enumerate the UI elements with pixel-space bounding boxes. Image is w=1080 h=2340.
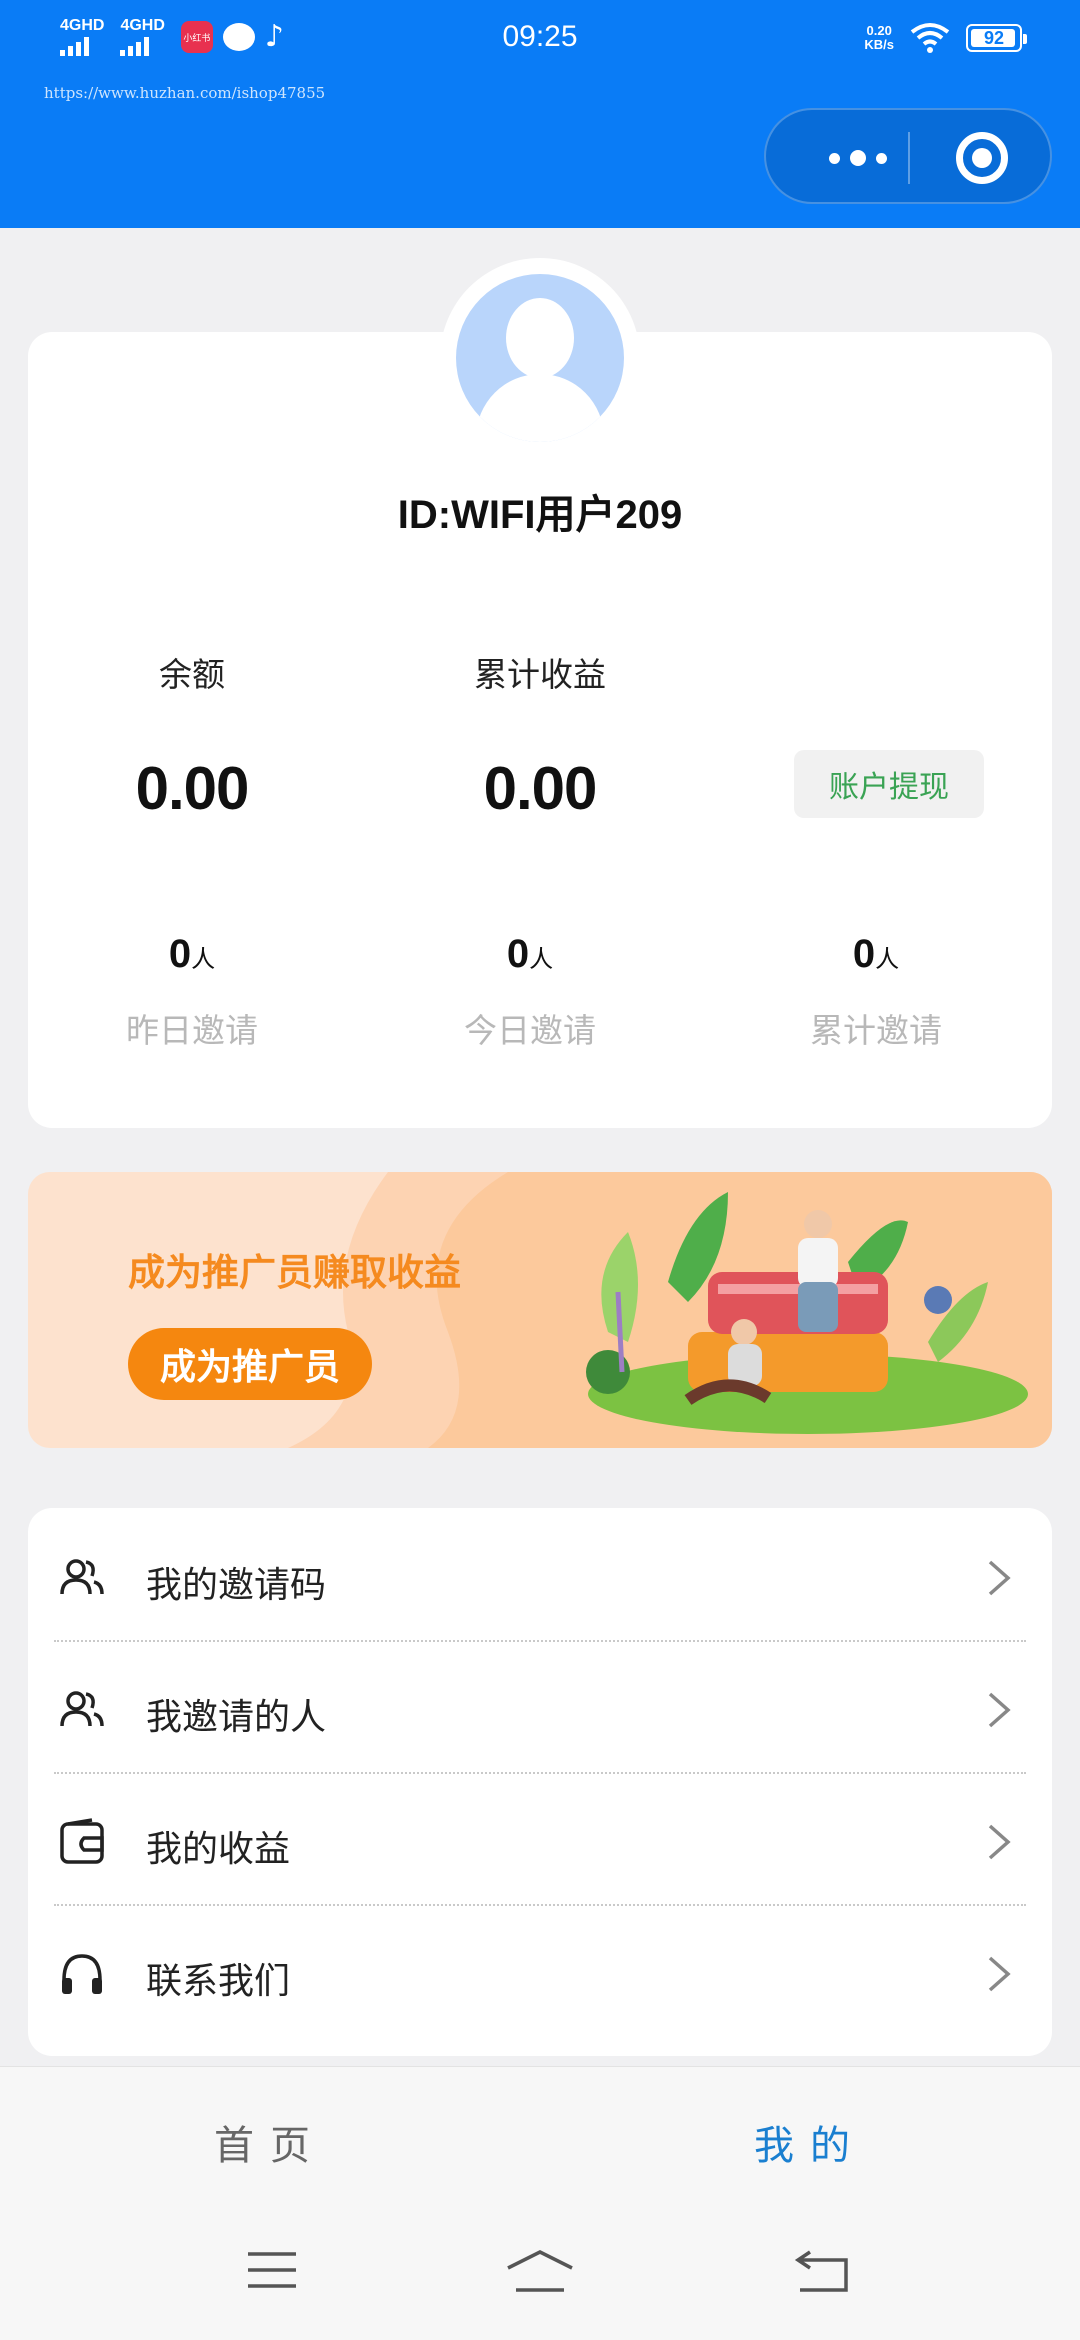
wallet-icon [60,1818,104,1864]
today-invites-count: 0人 [400,932,660,977]
capsule-divider [908,132,910,184]
close-miniprogram-icon[interactable] [956,132,1008,184]
chevron-right-icon [988,1824,1011,1860]
users-icon [60,1691,104,1727]
banner-title: 成为推广员赚取收益 [128,1251,461,1294]
battery-icon: 92 [966,24,1027,52]
invite-count: 0 [168,932,192,976]
miniprogram-capsule [764,108,1052,204]
invite-unit: 人 [529,945,554,973]
home-icon[interactable] [504,2248,576,2296]
yesterday-invites-label: 昨日邀请 [126,1011,258,1050]
tab-home[interactable]: 首页 [0,2113,540,2171]
yesterday-invites-count: 0人 [62,932,322,977]
invite-count: 0 [852,932,876,976]
chevron-right-icon [988,1956,1011,1992]
user-id: ID:WIFI用户209 [397,493,683,537]
status-right: 0.20 KB/s 92 [864,22,1027,54]
more-options-icon[interactable] [808,142,908,174]
earnings-value: 0.00 [483,755,598,822]
network-speed: 0.20 KB/s [864,24,894,52]
back-icon[interactable] [794,2248,852,2294]
balance-label: 余额 [159,655,225,694]
chevron-right-icon [988,1692,1011,1728]
menu-list: 我的邀请码 我邀请的人 我的收益 联系我们 [28,1508,1052,2056]
invite-unit: 人 [875,945,900,973]
menu-item-contact-us[interactable]: 联系我们 [28,1904,1052,2036]
menu-item-label: 我的收益 [146,1829,291,1870]
withdraw-button[interactable]: 账户提现 [794,750,984,818]
today-invites-label: 今日邀请 [464,1011,596,1050]
menu-item-label: 联系我们 [146,1961,291,2002]
invite-count: 0 [506,932,530,976]
watermark-url: https://www.huzhan.com/ishop47855 [44,84,326,102]
menu-item-label: 我的邀请码 [146,1565,327,1606]
users-icon [60,1559,104,1595]
tab-mine[interactable]: 我的 [540,2113,1080,2171]
total-invites-label: 累计邀请 [810,1011,942,1050]
status-bar: 4GHD 4GHD 小红书 ♪ 09:25 0.20 KB/s 92 [0,0,1080,80]
menu-item-my-invitees[interactable]: 我邀请的人 [28,1640,1052,1772]
network-speed-value: 0.20 [866,23,892,38]
earnings-label: 累计收益 [474,655,606,694]
chevron-right-icon [988,1560,1011,1596]
menu-item-my-earnings[interactable]: 我的收益 [28,1772,1052,1904]
invite-unit: 人 [191,945,216,973]
headphones-icon [62,1954,102,1994]
banner-illustration [288,1172,1052,1448]
network-speed-unit: KB/s [864,37,894,52]
system-nav-bar [0,2212,1080,2340]
promoter-banner[interactable]: 成为推广员赚取收益 成为推广员 [28,1172,1052,1448]
wifi-icon [910,23,950,53]
total-invites-count: 0人 [746,932,1006,977]
top-header: 4GHD 4GHD 小红书 ♪ 09:25 0.20 KB/s 92 https… [0,0,1080,228]
menu-icon[interactable] [246,2248,298,2292]
menu-item-label: 我邀请的人 [146,1697,327,1738]
battery-level: 92 [983,27,1005,48]
avatar[interactable] [456,274,624,442]
menu-item-invite-code[interactable]: 我的邀请码 [28,1508,1052,1640]
become-promoter-button[interactable]: 成为推广员 [128,1328,372,1400]
bottom-tab-bar: 首页 我的 [0,2066,1080,2212]
balance-value: 0.00 [135,755,250,822]
